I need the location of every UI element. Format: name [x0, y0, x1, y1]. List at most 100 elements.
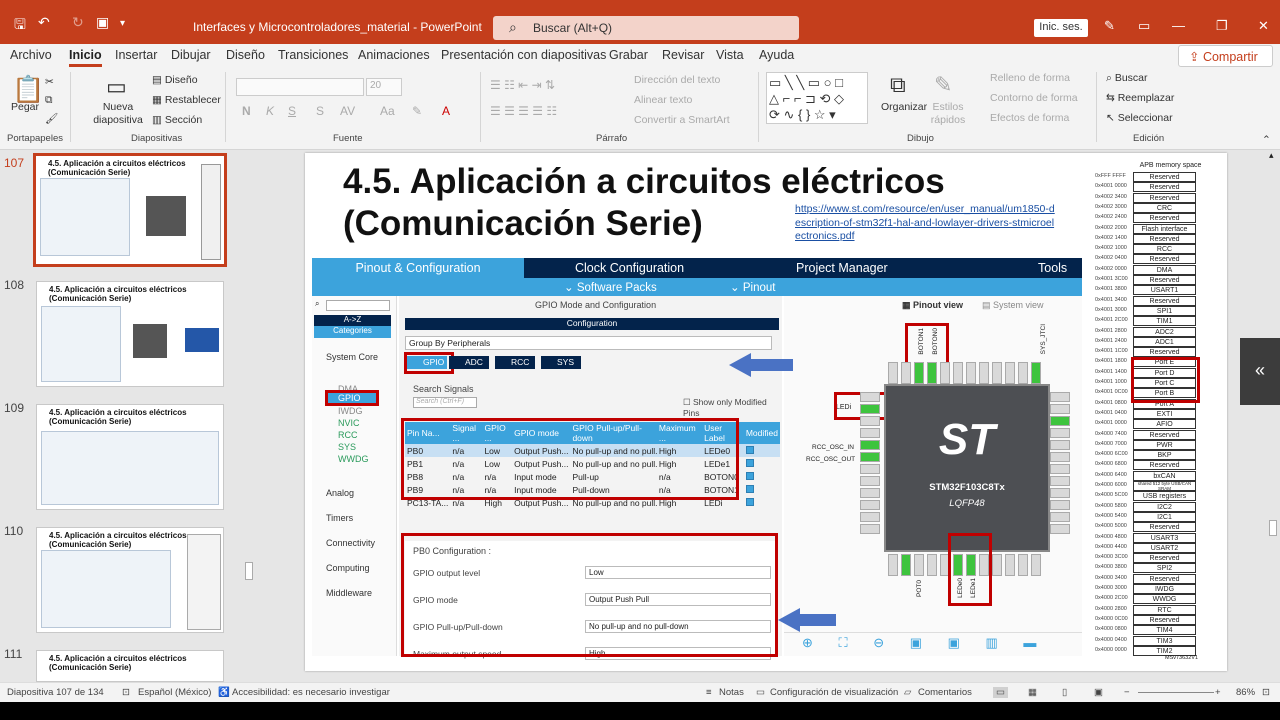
case-icon[interactable]: Aa [380, 104, 395, 118]
memory-region: DMA [1133, 264, 1196, 275]
tab-insertar[interactable]: Insertar [115, 48, 157, 62]
thumbnail-slide[interactable]: 4.5. Aplicación a circuitos eléctricos (… [36, 527, 224, 633]
sorter-view-icon[interactable]: ▦ [1028, 687, 1037, 698]
reset-button[interactable]: ▦ Restablecer [152, 94, 221, 106]
pinout-view-tab: ▦ Pinout view [902, 300, 964, 310]
italic-button[interactable]: K [266, 104, 274, 118]
comments-icon[interactable]: ▱ [904, 687, 911, 698]
zoom-out-icon[interactable]: − [1124, 687, 1130, 698]
undo-icon[interactable]: ↶ [38, 14, 50, 31]
memory-region: Reserved [1133, 295, 1196, 306]
replace-button[interactable]: ⇆ Reemplazar [1106, 92, 1174, 104]
slide-link[interactable]: https://www.st.com/resource/en/user_manu… [795, 203, 1057, 244]
tab-transiciones[interactable]: Transiciones [278, 48, 348, 62]
memory-region: Reserved [1133, 553, 1196, 564]
copy-icon[interactable]: ⧉ [45, 94, 53, 107]
scroll-thumb[interactable] [245, 562, 253, 580]
language-icon[interactable]: ⊡ [122, 687, 130, 698]
search-box[interactable]: ⌕ Buscar (Alt+Q) [493, 16, 799, 40]
zoom-in-icon[interactable]: + [1215, 687, 1221, 698]
thumbnail-scrollbar[interactable] [242, 150, 256, 682]
layout-button[interactable]: ▤ Diseño [152, 74, 198, 86]
shape-outline-button[interactable]: Contorno de forma [990, 92, 1078, 104]
memory-region: Reserved [1133, 213, 1196, 224]
accessibility-icon[interactable]: ♿ [218, 687, 230, 698]
view-settings-icon[interactable]: ▭ [756, 687, 765, 698]
customize-qat-icon[interactable]: ▾ [120, 18, 125, 29]
thumbnail-slide[interactable]: 4.5. Aplicación a circuitos eléctricos (… [33, 153, 227, 267]
expand-panel-icon[interactable]: « [1240, 338, 1280, 405]
notes-icon[interactable]: ≡ [706, 687, 712, 698]
arrange-icon[interactable]: ⧉ [890, 72, 906, 98]
zoom-level[interactable]: 86% [1236, 687, 1255, 698]
tab-vista[interactable]: Vista [716, 48, 744, 62]
normal-view-icon[interactable]: ▭ [993, 687, 1008, 698]
arrange-button[interactable]: Organizar [881, 101, 927, 113]
font-color-icon[interactable]: A [442, 104, 450, 118]
thumbnail-slide[interactable]: 4.5. Aplicación a circuitos eléctricos (… [36, 650, 224, 682]
language[interactable]: Español (México) [138, 687, 211, 698]
align-icons[interactable]: ☰ ☰ ☰ ☰ ☷ [490, 104, 557, 118]
font-name-combo[interactable] [236, 78, 364, 96]
from-beginning-icon[interactable]: ▣ [96, 14, 109, 31]
quick-styles-button[interactable]: Estilos rápidos [928, 101, 968, 127]
shapes-gallery[interactable]: ▭ ╲ ╲ ▭ ○ □ △ ⌐ ⌐ ⊐ ⟲ ◇ ⟳ ∿ { } ☆ ▾ [766, 72, 868, 124]
quick-styles-icon[interactable]: ✎ [934, 72, 952, 98]
highlight-icon[interactable]: ✎ [412, 104, 422, 118]
notes-button[interactable]: Notas [719, 687, 744, 698]
find-button[interactable]: ⌕ Buscar [1106, 72, 1148, 85]
thumbnail-slide[interactable]: 4.5. Aplicación a circuitos eléctricos (… [36, 281, 224, 387]
vertical-scrollbar[interactable]: ▴ [1266, 150, 1280, 682]
underline-button[interactable]: S [288, 104, 296, 118]
pen-icon[interactable]: ✎ [1104, 18, 1115, 34]
cut-icon[interactable]: ✂ [45, 76, 54, 88]
new-slide-icon[interactable]: ▭ [106, 74, 127, 100]
redo-icon[interactable]: ↻ [72, 14, 84, 31]
align-text-button[interactable]: Alinear texto [634, 94, 692, 106]
shape-fill-button[interactable]: Relleno de forma [990, 72, 1070, 84]
bold-button[interactable]: N [242, 104, 251, 118]
tab-grabar[interactable]: Grabar [609, 48, 648, 62]
shape-effects-button[interactable]: Efectos de forma [990, 112, 1069, 124]
tab-ayuda[interactable]: Ayuda [759, 48, 794, 62]
text-direction-button[interactable]: Dirección del texto [634, 74, 720, 86]
restore-icon[interactable]: ❐ [1216, 18, 1228, 34]
tab-revisar[interactable]: Revisar [662, 48, 704, 62]
section-button[interactable]: ▥ Sección [152, 114, 202, 126]
tab-presentacion[interactable]: Presentación con diapositivas [441, 48, 606, 62]
new-slide-button[interactable]: Nueva diapositiva [88, 101, 148, 127]
memory-address: 0x4001 1000 [1095, 379, 1127, 385]
scroll-up-icon[interactable]: ▴ [1269, 150, 1274, 161]
close-icon[interactable]: ✕ [1258, 18, 1269, 34]
slideshow-icon[interactable]: ▣ [1094, 687, 1103, 698]
fit-icon[interactable]: ⊡ [1262, 687, 1270, 698]
format-painter-icon[interactable]: 🖌 [45, 112, 58, 125]
tab-archivo[interactable]: Archivo [10, 48, 52, 62]
paste-button[interactable]: Pegar [11, 101, 39, 113]
share-button[interactable]: ⇪ Compartir [1178, 45, 1273, 67]
tab-diseno[interactable]: Diseño [226, 48, 265, 62]
spacing-icon[interactable]: AV [340, 104, 355, 118]
thumbnail-slide[interactable]: 4.5. Aplicación a circuitos eléctricos (… [36, 404, 224, 510]
accessibility[interactable]: Accesibilidad: es necesario investigar [232, 687, 390, 698]
font-size-combo[interactable]: 20 [366, 78, 402, 96]
save-icon[interactable]: 🖫 [14, 14, 26, 38]
reading-view-icon[interactable]: ▯ [1062, 687, 1067, 698]
sign-in-button[interactable]: Inic. ses. [1034, 19, 1088, 37]
smartart-button[interactable]: Convertir a SmartArt [634, 114, 730, 126]
tab-inicio[interactable]: Inicio [69, 48, 102, 67]
tab-dibujar[interactable]: Dibujar [171, 48, 211, 62]
zoom-slider[interactable] [1138, 692, 1214, 693]
slide-canvas[interactable]: 4.5. Aplicación a circuitos eléctricos (… [305, 153, 1227, 671]
scroll-thumb[interactable] [1269, 520, 1277, 536]
ribbon-display-icon[interactable]: ▭ [1138, 18, 1150, 34]
minimize-icon[interactable]: — [1172, 18, 1185, 33]
view-settings-button[interactable]: Configuración de visualización [770, 687, 898, 698]
collapse-ribbon-icon[interactable]: ⌃ [1262, 134, 1271, 146]
select-button[interactable]: ↖ Seleccionar [1106, 112, 1173, 124]
tab-animaciones[interactable]: Animaciones [358, 48, 430, 62]
comments-button[interactable]: Comentarios [918, 687, 972, 698]
strikethrough-icon[interactable]: S [316, 104, 324, 118]
memory-region: RCC [1133, 244, 1196, 255]
bullets-icon[interactable]: ☰ ☷ ⇤ ⇥ ⇅ [490, 78, 555, 92]
